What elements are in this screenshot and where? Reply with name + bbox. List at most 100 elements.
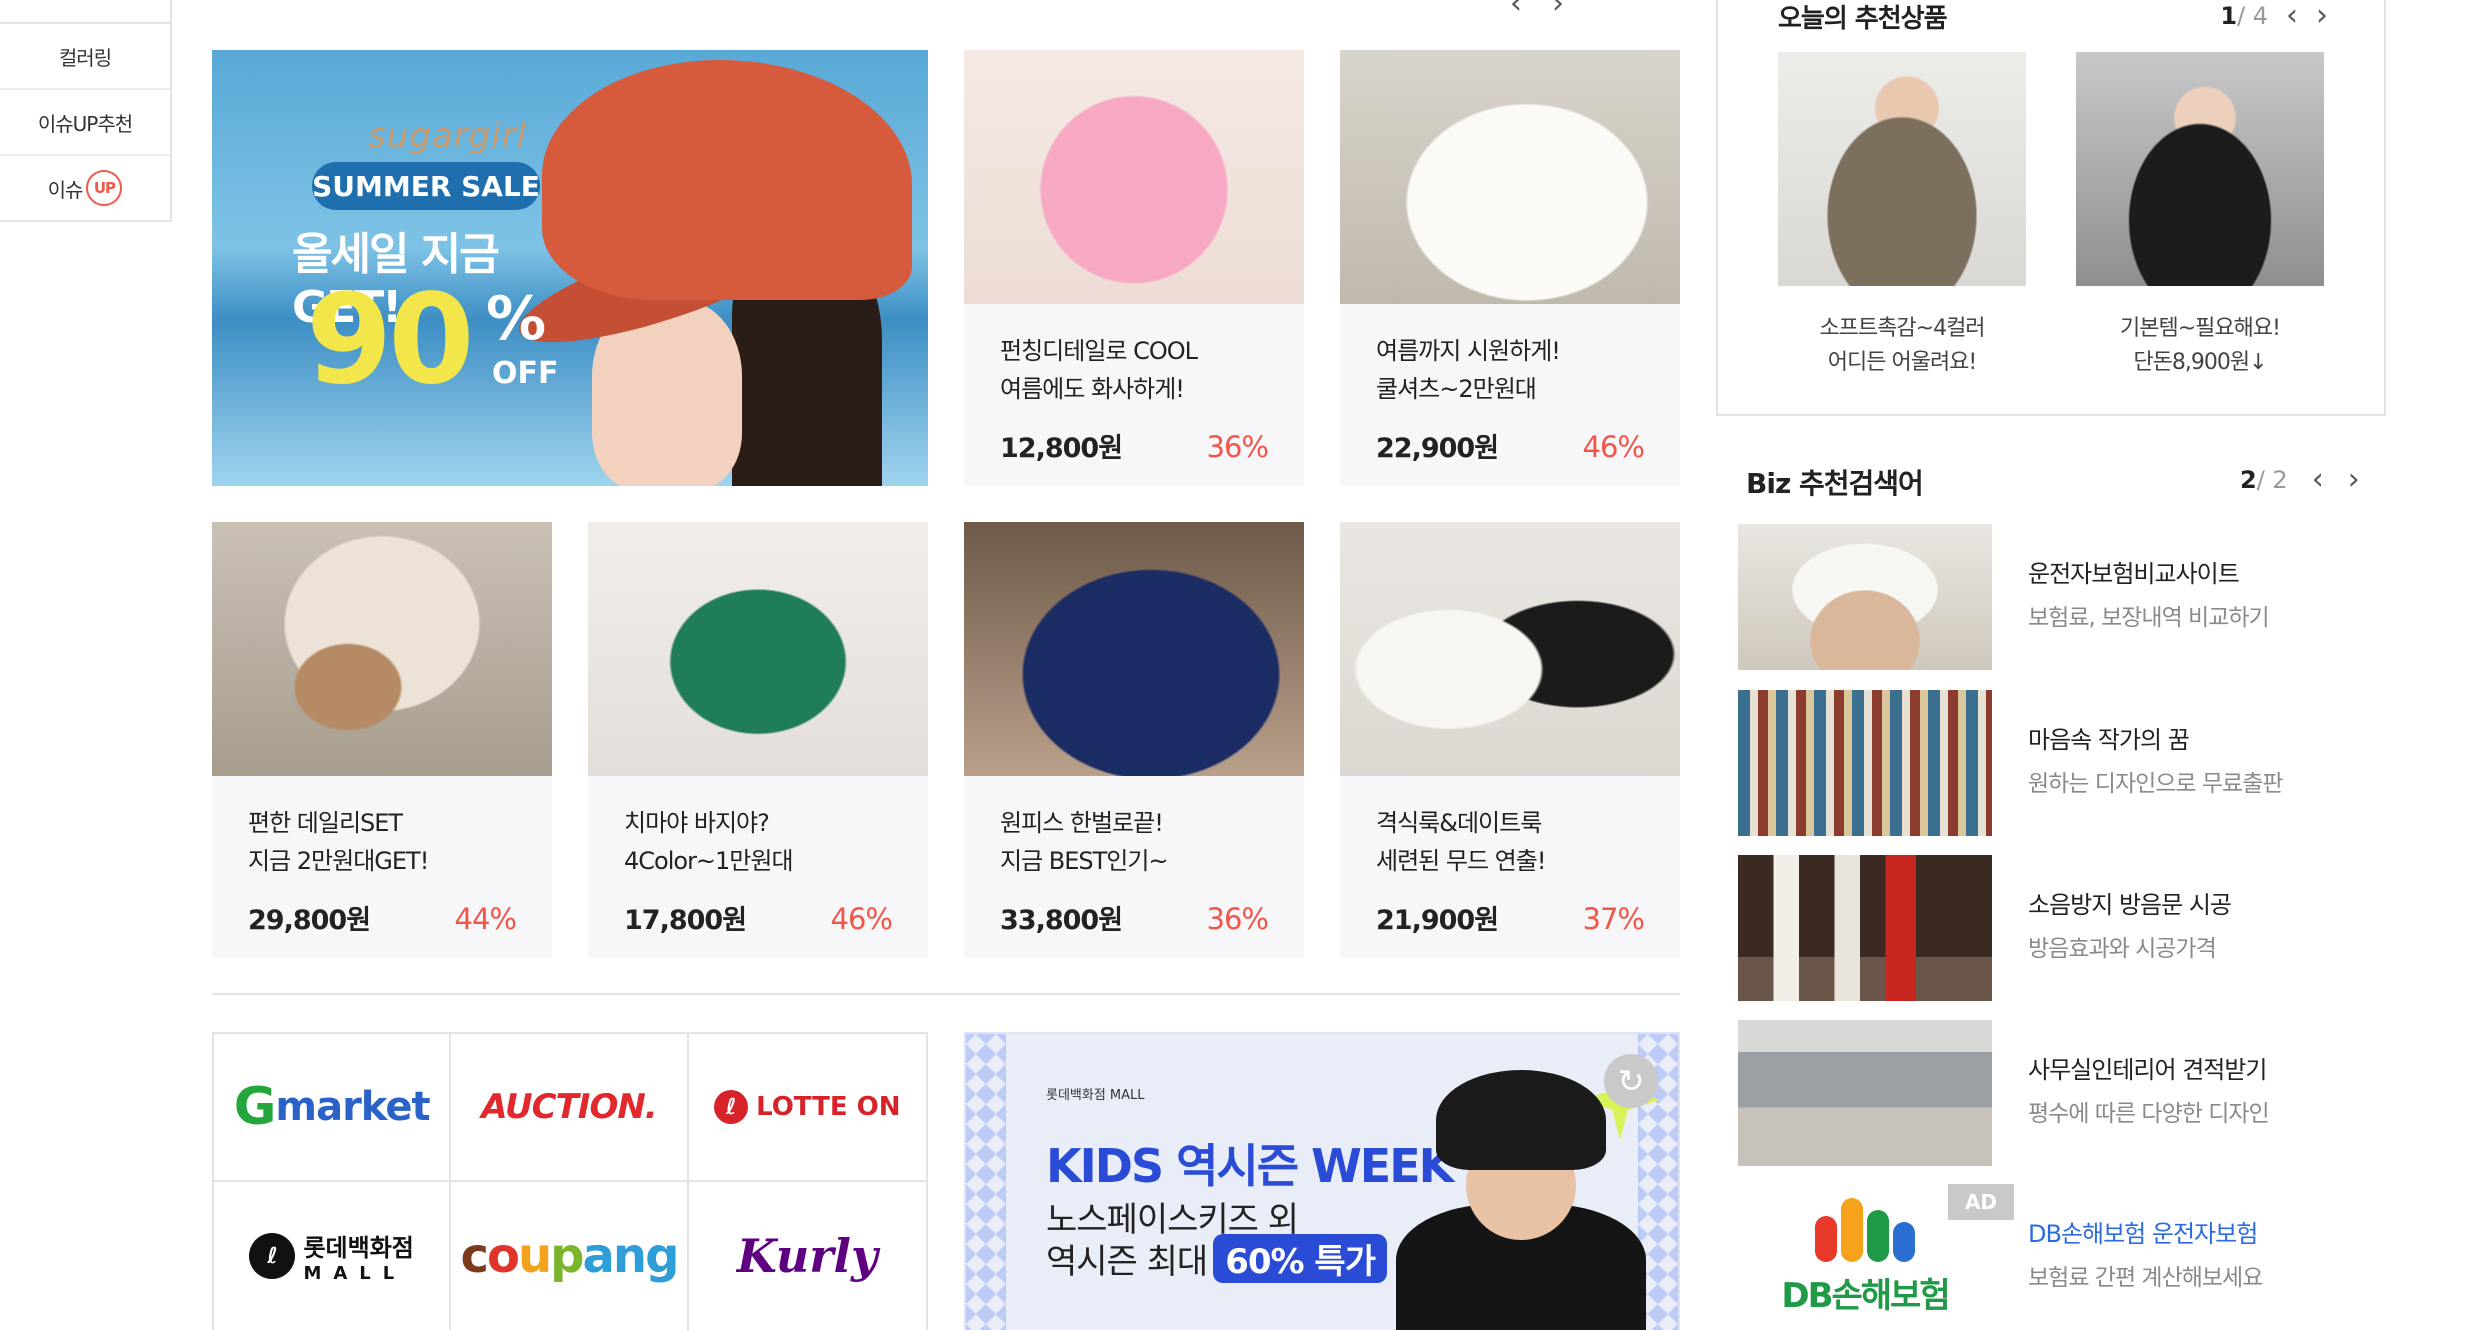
kurly-logo: Kurly <box>736 1229 878 1283</box>
product-image <box>1340 522 1680 776</box>
discount-rate: 36% <box>1206 902 1269 936</box>
up-badge: UP <box>86 170 123 206</box>
kids-title: KIDS 역시즌 WEEK <box>1046 1139 1454 1193</box>
keyword-thumbnail <box>1738 524 1992 670</box>
page-current: 1 <box>2220 1 2238 30</box>
product-image <box>588 522 928 776</box>
product-card[interactable]: 여름까지 시원하게! 쿨셔츠~2만원대 22,900원 46% <box>1340 50 1680 486</box>
item-line1: 소프트촉감~4컬러 <box>1819 316 1985 341</box>
product-card[interactable]: 치마야 바지야? 4Color~1만원대 17,800원 46% <box>588 522 928 958</box>
lotte-mall-link[interactable]: ℓ 롯데백화점 MALL <box>214 1182 452 1330</box>
refresh-icon[interactable]: ↻ <box>1604 1054 1658 1108</box>
biz-keyword-item[interactable]: 운전자보험비교사이트 보험료, 보장내역 비교하기 <box>1738 524 2398 672</box>
keyword-subtitle: 보험료 간편 계산해보세요 <box>2028 1265 2263 1291</box>
discount-rate: 46% <box>830 902 893 936</box>
gmarket-link[interactable]: Gmarket <box>214 1034 452 1182</box>
kids-discount-badge: 60% 특가 <box>1213 1234 1387 1283</box>
keyword-title: 운전자보험비교사이트 <box>2028 560 2240 588</box>
lotte-mall-name: 롯데백화점 <box>303 1234 414 1262</box>
product-image <box>2076 52 2324 286</box>
biz-keyword-item[interactable]: 마음속 작가의 꿈 원하는 디자인으로 무료출판 <box>1738 690 2398 838</box>
coupang-letter: p <box>550 1228 584 1284</box>
chevron-right-icon[interactable]: › <box>1552 0 1564 21</box>
sale-pill: SUMMER SALE <box>312 162 540 210</box>
section-divider <box>212 993 1680 995</box>
chevron-left-icon[interactable]: ‹ <box>2312 462 2324 497</box>
product-price: 22,900원 <box>1376 433 1499 464</box>
sidebar-item-label: 이슈 <box>47 177 84 202</box>
item-line2: 단돈8,900원↓ <box>2133 350 2267 375</box>
coupang-link[interactable]: coupang <box>451 1182 689 1330</box>
page-indicator: 2/ 2 <box>2240 466 2288 494</box>
product-card[interactable]: 펀칭디테일로 COOL 여름에도 화사하게! 12,800원 36% <box>964 50 1304 486</box>
item-line2: 어디든 어울려요! <box>1827 350 1978 375</box>
db-logo-mark <box>1815 1197 1915 1262</box>
chevron-left-icon[interactable]: ‹ <box>1510 0 1522 21</box>
db-logo-text: DB손해보험 <box>1781 1275 1950 1316</box>
product-line2: 지금 BEST인기~ <box>1000 847 1169 875</box>
recommended-item[interactable]: 기본템~필요해요! 단돈8,900원↓ <box>2076 52 2324 380</box>
product-description: 펀칭디테일로 COOL 여름에도 화사하게! <box>964 304 1304 408</box>
discount-number: 90 <box>306 268 475 412</box>
page-total: / 2 <box>2256 465 2288 494</box>
recommended-item[interactable]: 소프트촉감~4컬러어디든 어울려요! <box>1778 52 2026 380</box>
lotteon-logo: LOTTE ON <box>756 1092 901 1122</box>
product-card[interactable]: 원피스 한벌로끝! 지금 BEST인기~ 33,800원 36% <box>964 522 1304 958</box>
kids-line2: 역시즌 최대 60% 특가 <box>1046 1234 1387 1283</box>
discount-rate: 46% <box>1582 430 1645 464</box>
biz-keyword-item[interactable]: 사무실인테리어 견적받기 평수에 따른 다양한 디자인 <box>1738 1020 2398 1168</box>
product-image <box>212 522 552 776</box>
lotte-icon: ℓ <box>714 1090 749 1124</box>
keyword-subtitle: 방음효과와 시공가격 <box>2028 936 2217 962</box>
ad-badge: AD <box>1948 1184 2014 1220</box>
product-price: 21,900원 <box>1376 905 1499 936</box>
product-card[interactable]: 격식룩&데이트룩 세련된 무드 연출! 21,900원 37% <box>1340 522 1680 958</box>
biz-ad-item[interactable]: DB손해보험 AD DB손해보험 운전자보험 보험료 간편 계산해보세요 <box>1738 1184 2398 1330</box>
chevron-right-icon[interactable]: › <box>2316 0 2328 33</box>
kurly-link[interactable]: Kurly <box>689 1182 926 1330</box>
coupang-letter: c <box>460 1228 489 1284</box>
sidebar-item-coloring[interactable]: 컬러링 <box>0 22 170 88</box>
product-line2: 4Color~1만원대 <box>624 847 794 875</box>
product-line1: 치마야 바지야? <box>624 809 770 837</box>
item-text: 기본템~필요해요! 단돈8,900원↓ <box>2076 312 2324 380</box>
product-line2: 쿨셔츠~2만원대 <box>1376 375 1537 403</box>
sidebar-item-issue[interactable]: 이슈 UP <box>0 154 170 220</box>
lotteon-link[interactable]: ℓ LOTTE ON <box>688 1034 926 1182</box>
keyword-thumbnail <box>1738 855 1992 1001</box>
price-row: 17,800원 46% <box>624 898 893 937</box>
today-recommended-panel: 오늘의 추천상품 1/ 4 ‹ › 소프트촉감~4컬러 어디든 어울려요! 기본템… <box>1716 0 2386 416</box>
product-line2: 세련된 무드 연출! <box>1376 847 1546 875</box>
lotte-mall-logo: 롯데백화점 MALL <box>303 1228 413 1284</box>
keyword-subtitle: 원하는 디자인으로 무료출판 <box>2028 771 2284 797</box>
gmarket-logo-g: G <box>233 1077 277 1137</box>
product-price: 29,800원 <box>248 905 371 936</box>
sidebar-item-issue-up-recommend[interactable]: 이슈UP추천 <box>0 88 170 154</box>
product-line1: 편한 데일리SET <box>248 809 403 837</box>
keyword-subtitle: 보험료, 보장내역 비교하기 <box>2028 605 2270 631</box>
keyword-title: 사무실인테리어 견적받기 <box>2028 1056 2268 1084</box>
chevron-right-icon[interactable]: › <box>2348 462 2360 497</box>
keyword-title: 소음방지 방음문 시공 <box>2028 891 2232 919</box>
summer-sale-banner[interactable]: sugargirl SUMMER SALE 올세일 지금 GET! 90 % O… <box>212 50 928 486</box>
coupang-letter: n <box>612 1228 647 1284</box>
auction-link[interactable]: AUCTION. <box>451 1034 689 1182</box>
price-row: 21,900원 37% <box>1376 898 1645 937</box>
product-description: 치마야 바지야? 4Color~1만원대 <box>588 776 928 880</box>
product-description: 원피스 한벌로끝! 지금 BEST인기~ <box>964 776 1304 880</box>
coupang-letter: a <box>582 1228 615 1284</box>
banner-text: sugargirl SUMMER SALE 올세일 지금 GET! 90 % O… <box>212 50 612 486</box>
keyword-title: DB손해보험 운전자보험 <box>2028 1220 2258 1248</box>
lotte-icon: ℓ <box>249 1233 296 1279</box>
biz-keyword-item[interactable]: 소음방지 방음문 시공 방음효과와 시공가격 <box>1738 855 2398 1003</box>
kids-season-banner[interactable]: 롯데백화점 MALL KIDS 역시즌 WEEK 노스페이스키즈 외 역시즌 최… <box>964 1032 1680 1330</box>
product-image <box>964 50 1304 304</box>
kids-brand: 롯데백화점 MALL <box>1046 1088 1145 1103</box>
keyword-thumbnail <box>1738 1020 1992 1166</box>
item-line1: 기본템~필요해요! <box>2120 316 2281 341</box>
off-label: OFF <box>492 356 559 391</box>
product-card[interactable]: 편한 데일리SET 지금 2만원대GET! 29,800원 44% <box>212 522 552 958</box>
coupang-letter: o <box>487 1228 520 1284</box>
chevron-left-icon[interactable]: ‹ <box>2286 0 2298 33</box>
kids-line2-text: 역시즌 최대 <box>1046 1242 1208 1282</box>
